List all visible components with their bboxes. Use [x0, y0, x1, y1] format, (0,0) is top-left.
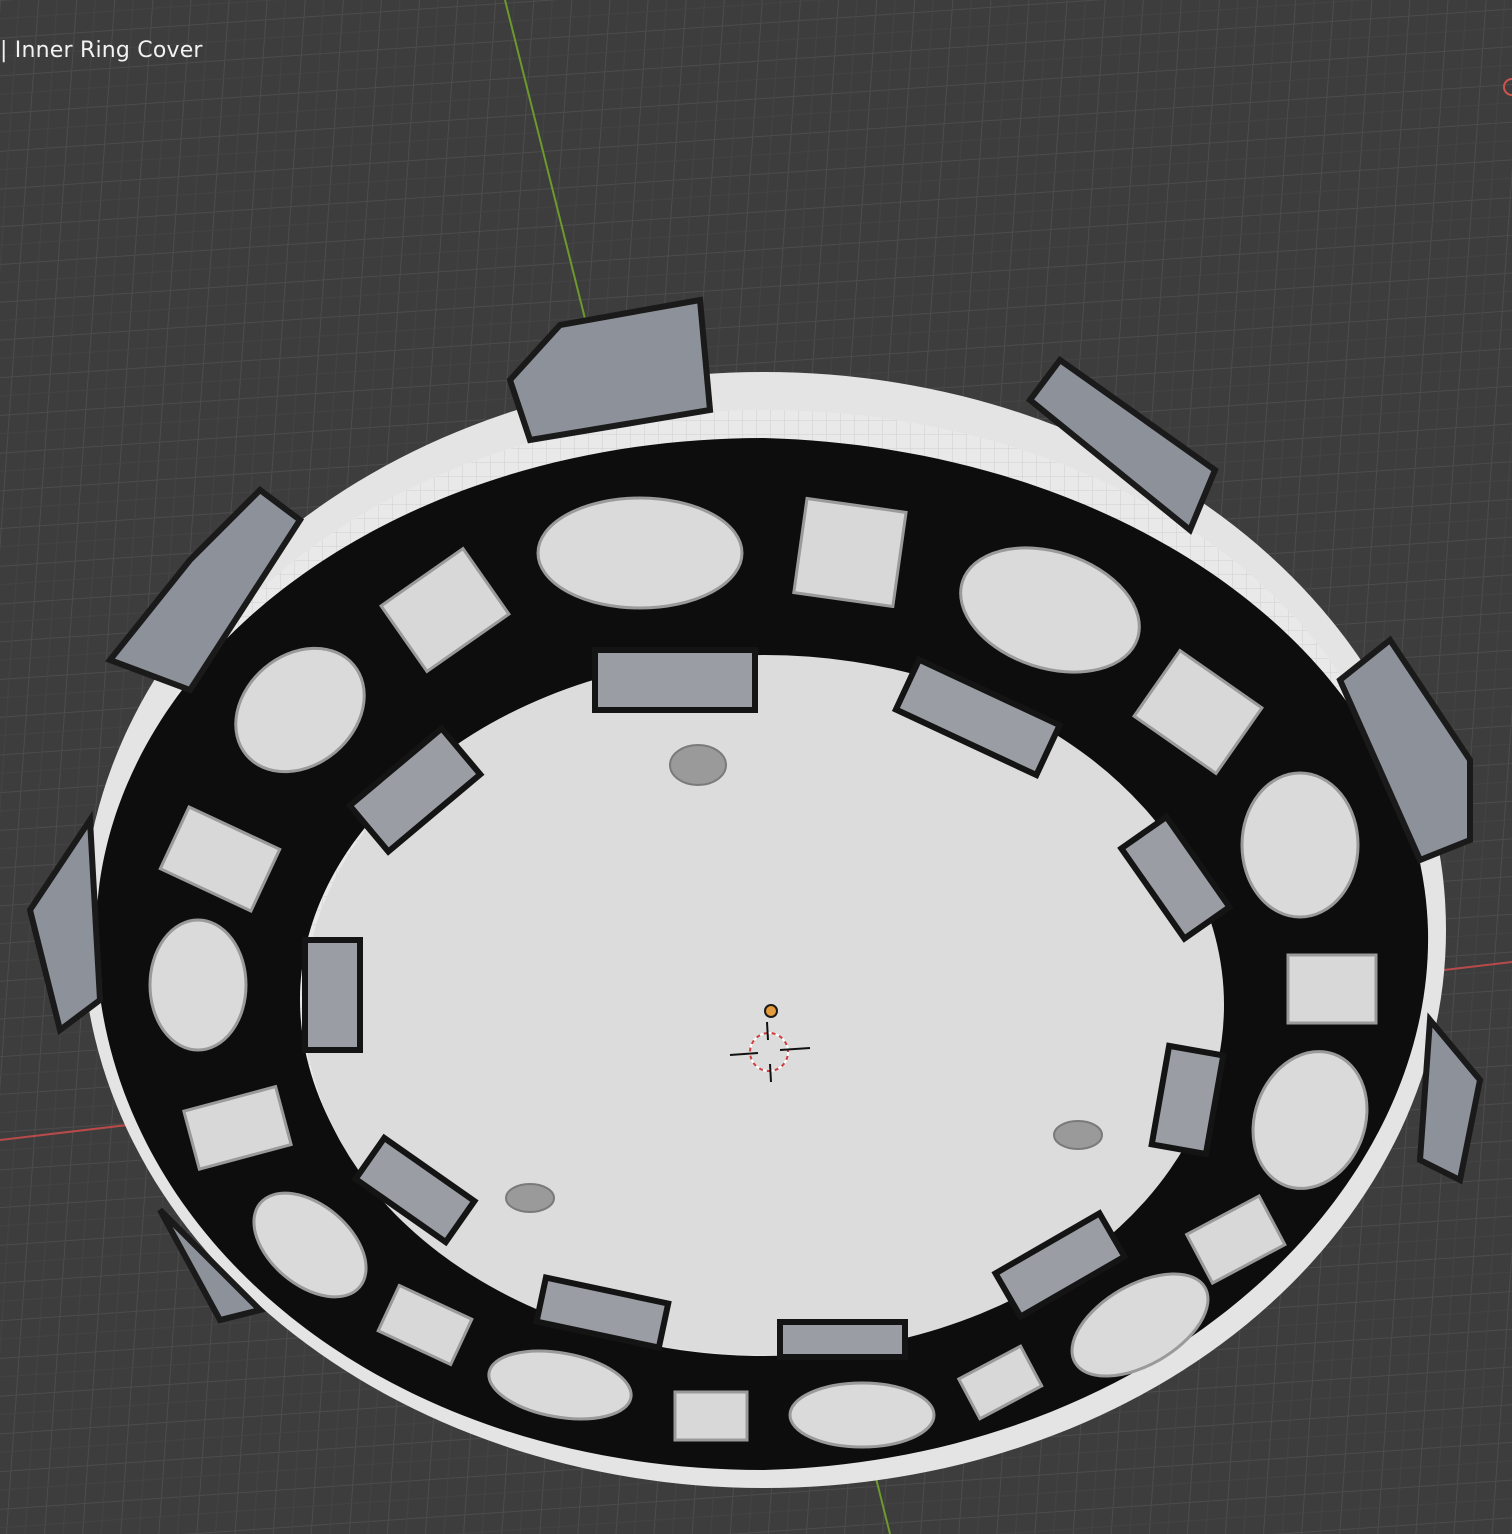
viewport-object-label: | Inner Ring Cover — [0, 38, 203, 63]
viewport-scene[interactable] — [0, 0, 1512, 1534]
3d-viewport[interactable]: | Inner Ring Cover — [0, 0, 1512, 1534]
origin-point-icon[interactable] — [764, 1004, 778, 1018]
